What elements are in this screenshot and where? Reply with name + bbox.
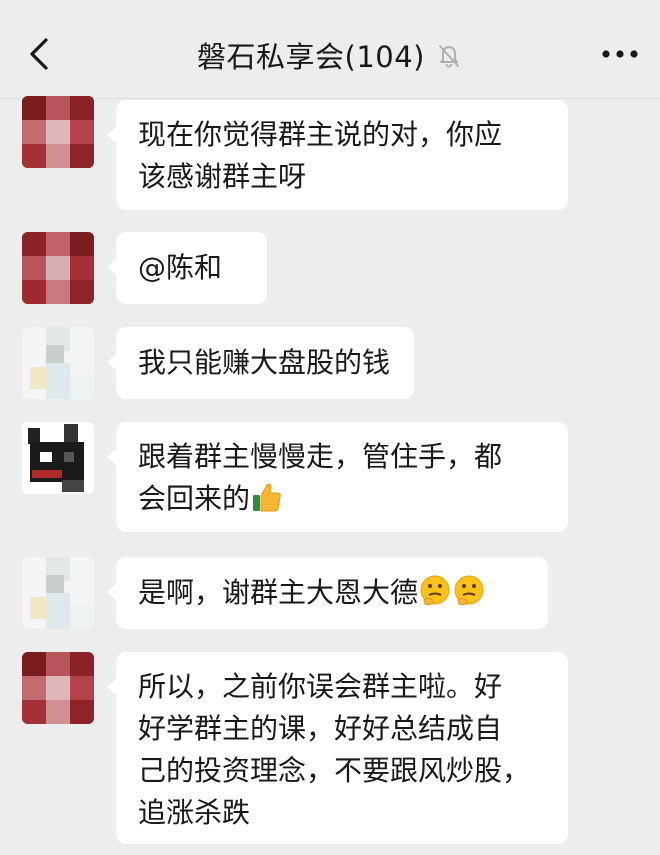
avatar-black-cat-pixelated[interactable]	[22, 422, 94, 494]
chat-header: 磐石私享会(104)	[0, 0, 660, 99]
message-text-line: 是啊，谢群主大恩大德	[138, 572, 524, 614]
avatar-white-pixelated[interactable]	[22, 557, 94, 629]
message-bubble[interactable]: 我只能赚大盘股的钱	[107, 327, 414, 399]
thinking-face-emoji	[454, 575, 484, 606]
message-text-line: 好学群主的课，好好总结成自	[138, 712, 503, 745]
message-bubble[interactable]: 所以，之前你误会群主啦。好 好学群主的课，好好总结成自 己的投资理念，不要跟风炒…	[107, 652, 568, 844]
pixelated-avatar-image	[22, 557, 94, 629]
message-text-line: @陈和	[138, 251, 223, 284]
message-text-line: 追涨杀跌	[138, 796, 251, 829]
pixelated-avatar-image	[22, 652, 94, 724]
avatar-red-pixelated[interactable]	[22, 232, 94, 304]
bell-off-icon	[438, 45, 459, 68]
message-text-line: 所以，之前你误会群主啦。好	[138, 670, 503, 703]
message-bubble[interactable]: 跟着群主慢慢走，管住手，都 会回来的	[107, 422, 568, 532]
thumbs-up-emoji	[253, 483, 281, 512]
message-text-line: 会回来的	[138, 478, 544, 520]
message-text-segment: 会回来的	[138, 482, 251, 515]
avatar-red-pixelated[interactable]	[22, 652, 94, 724]
message-bubble[interactable]: @陈和	[107, 232, 267, 304]
avatar-white-pixelated[interactable]	[22, 327, 94, 399]
message-text-segment: 是啊，谢群主大恩大德	[138, 576, 419, 609]
message-text-line: 跟着群主慢慢走，管住手，都	[138, 440, 503, 473]
more-dots-icon[interactable]	[596, 36, 644, 72]
message-text-line: 现在你觉得群主说的对，你应	[138, 118, 503, 151]
pixelated-avatar-image	[22, 96, 94, 168]
message-text-line: 我只能赚大盘股的钱	[138, 346, 391, 379]
message-bubble[interactable]: 现在你觉得群主说的对，你应 该感谢群主呀	[107, 100, 568, 210]
message-text-line: 该感谢群主呀	[138, 160, 307, 193]
message-bubble[interactable]: 是啊，谢群主大恩大德	[107, 557, 548, 629]
title-wrap: 磐石私享会(104)	[0, 30, 660, 80]
chat-title: 磐石私享会(104)	[197, 40, 425, 74]
thinking-face-emoji	[420, 575, 450, 606]
message-text-line: 己的投资理念，不要跟风炒股，	[138, 754, 531, 787]
pixelated-avatar-image	[22, 232, 94, 304]
avatar-red-pixelated[interactable]	[22, 96, 94, 168]
pixelated-avatar-image	[22, 327, 94, 399]
pixelated-avatar-image	[22, 422, 94, 494]
